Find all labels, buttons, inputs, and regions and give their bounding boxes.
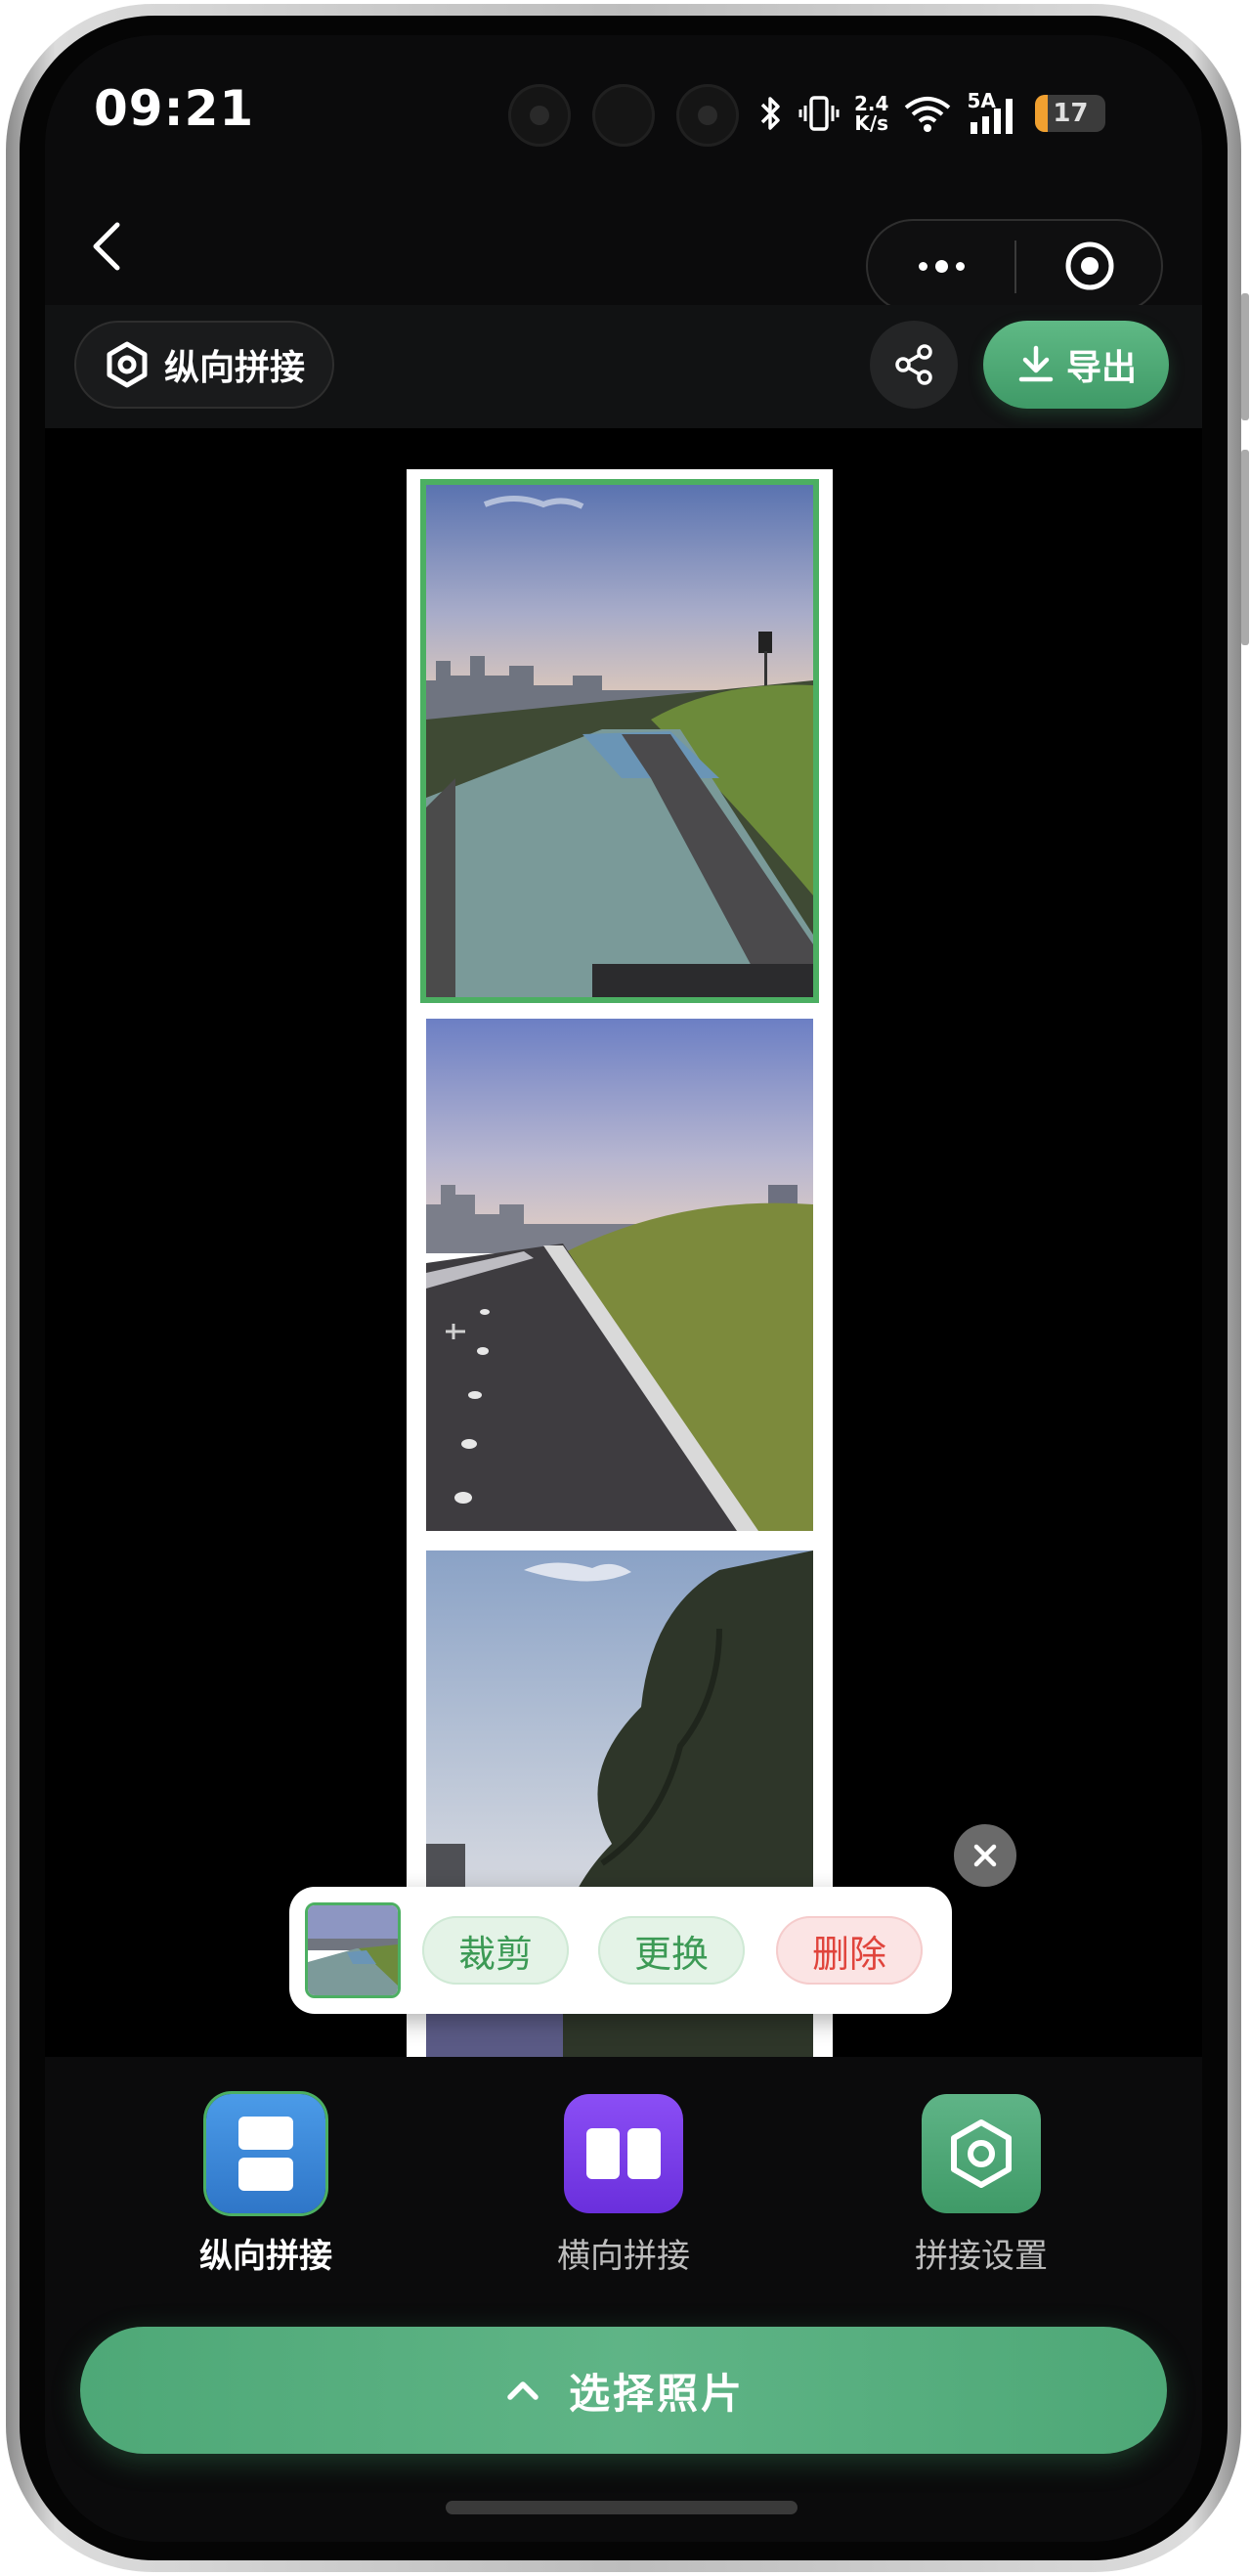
front-camera-icon xyxy=(592,84,655,147)
mode-horizontal[interactable]: 横向拼接 xyxy=(526,2094,721,2277)
share-icon xyxy=(895,344,932,385)
close-mini-program-button[interactable] xyxy=(1016,221,1163,311)
download-icon xyxy=(1018,345,1054,382)
export-label: 导出 xyxy=(1065,348,1137,388)
battery-icon: 17 xyxy=(1035,95,1106,132)
bluetooth-icon xyxy=(760,97,780,130)
share-button[interactable] xyxy=(870,321,958,409)
wifi-icon xyxy=(905,97,951,132)
crop-button[interactable]: 裁剪 xyxy=(422,1916,569,1985)
camera-lens-icon xyxy=(676,84,739,147)
chevron-left-icon xyxy=(93,222,120,271)
vertical-stitch-icon xyxy=(206,2094,325,2213)
mode-indicator-label: 纵向拼接 xyxy=(164,348,306,388)
export-button[interactable]: 导出 xyxy=(983,321,1169,409)
vibrate-icon xyxy=(798,96,840,131)
mode-label-horizontal: 横向拼接 xyxy=(557,2237,690,2276)
more-button[interactable] xyxy=(868,221,1014,311)
stitch-canvas xyxy=(45,428,1202,2077)
photo-1-image xyxy=(426,485,813,997)
selected-photo-thumbnail xyxy=(305,1902,401,1998)
more-dot-icon xyxy=(918,261,927,271)
bottom-panel: 纵向拼接 横向拼接 拼接设置 选择照片 xyxy=(45,2057,1202,2542)
nav-bar xyxy=(45,182,1202,313)
settings-icon xyxy=(922,2094,1041,2213)
status-bar: 09:21 2.4 K/s 5A 17 xyxy=(45,35,1202,182)
delete-button[interactable]: 删除 xyxy=(776,1916,923,1985)
mode-settings[interactable]: 拼接设置 xyxy=(884,2094,1079,2277)
thumbnail-image xyxy=(308,1905,398,1995)
camera-lens-icon xyxy=(508,84,571,147)
hexagon-icon xyxy=(107,341,148,388)
horizontal-stitch-icon xyxy=(564,2094,683,2213)
home-indicator[interactable] xyxy=(446,2501,798,2514)
stitched-photo-2[interactable] xyxy=(426,1019,813,1531)
side-button xyxy=(1241,450,1249,645)
photo-2-image xyxy=(426,1019,813,1531)
horizontal-stitch-glyph xyxy=(586,2128,661,2179)
mode-label-vertical: 纵向拼接 xyxy=(199,2237,332,2276)
select-photos-label: 选择照片 xyxy=(568,2369,745,2418)
replace-button[interactable]: 更换 xyxy=(598,1916,745,1985)
back-button[interactable] xyxy=(80,217,139,276)
mini-program-capsule xyxy=(866,219,1163,313)
close-panel-button[interactable] xyxy=(954,1824,1016,1887)
close-icon xyxy=(973,1844,997,1867)
status-time: 09:21 xyxy=(94,80,255,137)
toolbar: 纵向拼接 导出 xyxy=(45,305,1202,429)
more-dot-icon xyxy=(934,259,948,273)
cellular-signal: 5A xyxy=(967,91,1021,136)
photo-action-panel: 裁剪 更换 删除 xyxy=(289,1887,952,2014)
screen: 09:21 2.4 K/s 5A 17 纵向拼接 导出 裁剪 更换 删除 纵向拼… xyxy=(45,35,1202,2542)
network-speed: 2.4 K/s xyxy=(854,94,888,133)
select-photos-button[interactable]: 选择照片 xyxy=(80,2327,1167,2454)
network-speed-value: 2.4 xyxy=(854,92,889,115)
target-icon xyxy=(1065,241,1114,290)
network-speed-unit: K/s xyxy=(854,111,889,135)
vertical-stitch-glyph xyxy=(238,2117,293,2191)
side-button xyxy=(1241,293,1249,420)
more-dot-icon xyxy=(955,261,965,271)
mode-vertical[interactable]: 纵向拼接 xyxy=(168,2094,364,2277)
signal-bars-icon xyxy=(971,99,1014,134)
mode-indicator-pill[interactable]: 纵向拼接 xyxy=(74,321,335,409)
hexagon-settings-glyph xyxy=(951,2119,1012,2188)
stitched-photo-1[interactable] xyxy=(420,479,819,1003)
mode-label-settings: 拼接设置 xyxy=(915,2237,1048,2276)
battery-level-text: 17 xyxy=(1053,99,1089,128)
chevron-up-icon xyxy=(507,2381,539,2400)
stitched-strip xyxy=(407,469,833,2077)
status-icons: 2.4 K/s 5A 17 xyxy=(758,82,1106,145)
